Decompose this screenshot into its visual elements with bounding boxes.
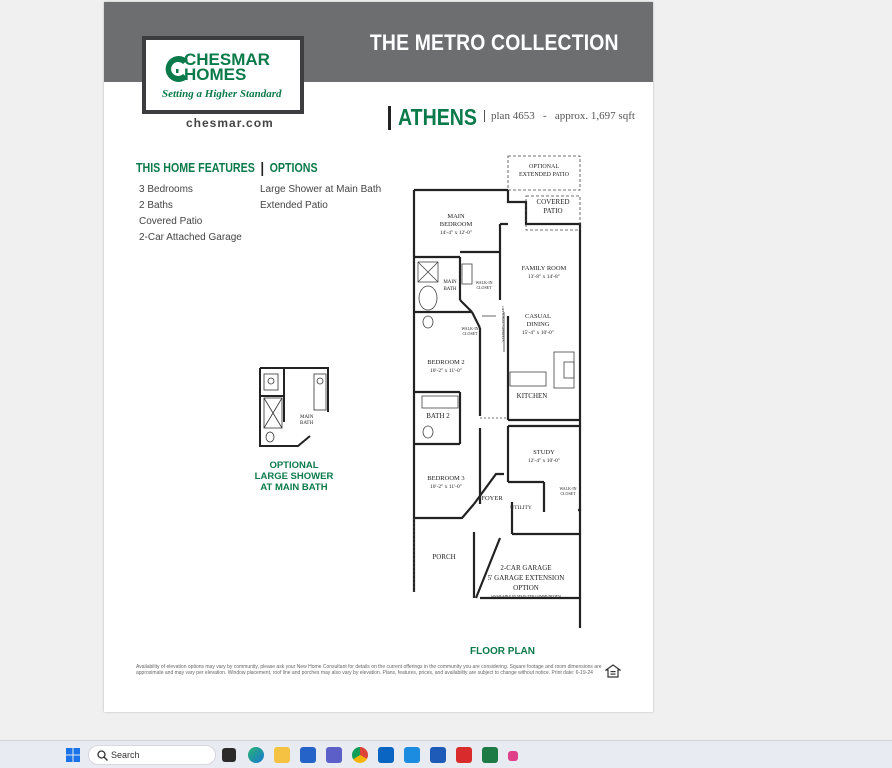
optional-patio-label: OPTIONAL xyxy=(529,164,559,170)
main-bedroom-dims: 14'-4" x 12'-0" xyxy=(440,230,472,236)
chrome-icon[interactable] xyxy=(352,747,368,763)
bedroom-3-label: BEDROOM 3 xyxy=(427,475,464,482)
taskbar: Search xyxy=(0,740,892,768)
logo-line-2: HOMES xyxy=(184,65,247,84)
garage-label: OPTION xyxy=(513,584,539,592)
windows-icon[interactable] xyxy=(66,748,80,762)
teams-icon[interactable] xyxy=(326,747,342,763)
optional-shower-caption: OPTIONAL LARGE SHOWER AT MAIN BATH xyxy=(254,460,334,493)
bedroom-2-dims: 10'-2" x 11'-0" xyxy=(430,368,462,374)
plan-number: plan 4653 xyxy=(491,110,535,122)
snipping-tool-icon[interactable] xyxy=(508,751,518,761)
bedroom-2-label: BEDROOM 2 xyxy=(427,359,464,366)
plan-meta-dash: - xyxy=(542,110,547,122)
brochure-page: THE METRO COLLECTION CHESMAR HOMES Setti… xyxy=(104,2,653,712)
features-list: 3 Bedrooms 2 Baths Covered Patio 2-Car A… xyxy=(139,182,242,246)
walkin-closet-label: CLOSET xyxy=(476,285,492,290)
foyer-label: FOYER xyxy=(481,495,503,502)
store-icon[interactable] xyxy=(300,747,316,763)
plan-meta-divider xyxy=(484,110,485,123)
website-url: chesmar.com xyxy=(186,116,274,130)
excel-icon[interactable] xyxy=(482,747,498,763)
optional-shower-plan: MAIN BATH xyxy=(259,367,329,447)
floor-plan-drawing: OPTIONAL EXTENDED PATIO COVERED PATIO MA… xyxy=(412,155,582,628)
taskbar-search[interactable]: Search xyxy=(88,745,216,765)
mini-plan-label: MAIN xyxy=(300,415,314,420)
plan-meta: plan 4653 - approx. 1,697 sqft xyxy=(484,110,635,123)
feature-item: 2-Car Attached Garage xyxy=(139,232,242,243)
garage-label: 2-CAR GARAGE xyxy=(500,564,551,572)
porch-label: PORCH xyxy=(432,553,455,561)
plan-size: approx. 1,697 sqft xyxy=(554,110,635,122)
main-bath-label: BATH xyxy=(443,287,456,292)
task-view-icon[interactable] xyxy=(222,748,236,762)
garage-note: (AVAILABLE IN SELECTED COMMUNITIES) xyxy=(491,594,562,598)
edge-icon[interactable] xyxy=(248,747,264,763)
outlook-icon[interactable] xyxy=(378,747,394,763)
mini-caption-line: LARGE SHOWER xyxy=(254,471,334,482)
options-list: Large Shower at Main Bath Extended Patio xyxy=(260,182,381,214)
casual-dining-dims: 15'-4" x 10'-0" xyxy=(522,330,554,336)
study-dims: 12'-4" x 10'-0" xyxy=(528,458,560,464)
document-viewer: THE METRO COLLECTION CHESMAR HOMES Setti… xyxy=(0,0,892,740)
file-explorer-icon[interactable] xyxy=(274,747,290,763)
features-title: THIS HOME FEATURES xyxy=(136,160,255,175)
plan-name: ATHENS xyxy=(398,104,477,130)
utility-label: UTILITY xyxy=(510,505,532,511)
chesmar-logo: CHESMAR HOMES Setting a Higher Standard xyxy=(142,36,304,114)
feature-item: 3 Bedrooms xyxy=(139,184,193,195)
kitchen-label: KITCHEN xyxy=(517,392,548,400)
plan-divider xyxy=(388,106,391,130)
garage-label: 5' GARAGE EXTENSION xyxy=(488,574,565,582)
options-title: OPTIONS xyxy=(269,160,318,175)
bath-2-label: BATH 2 xyxy=(426,412,450,420)
family-room-dims: 13'-8" x 14'-8" xyxy=(528,274,560,280)
covered-patio-label: COVERED xyxy=(536,198,569,206)
covered-patio-label: PATIO xyxy=(543,207,562,215)
floor-plan-label: FLOOR PLAN xyxy=(470,646,535,657)
mini-caption-line: OPTIONAL xyxy=(269,460,319,471)
logo-tagline: Setting a Higher Standard xyxy=(162,88,282,100)
logo-wordmark: CHESMAR HOMES xyxy=(184,51,270,84)
option-item: Large Shower at Main Bath xyxy=(260,184,382,195)
equal-housing-icon xyxy=(605,664,621,678)
word-icon[interactable] xyxy=(430,747,446,763)
search-label: Search xyxy=(111,750,140,760)
features-divider xyxy=(261,161,264,176)
main-bath-label: MAIN xyxy=(443,280,457,285)
casual-dining-label: CASUAL xyxy=(525,313,551,320)
optional-cabinets-label: OPTIONAL CABINETS xyxy=(501,306,505,341)
outlook-new-icon[interactable] xyxy=(404,747,420,763)
feature-item: Covered Patio xyxy=(139,216,203,227)
mini-plan-label: BATH xyxy=(300,421,313,426)
search-icon xyxy=(97,750,108,761)
option-item: Extended Patio xyxy=(260,200,328,211)
disclaimer-text: Availability of elevation options may va… xyxy=(136,664,602,676)
collection-title: THE METRO COLLECTION xyxy=(370,30,619,55)
feature-item: 2 Baths xyxy=(139,200,173,211)
acrobat-icon[interactable] xyxy=(456,747,472,763)
family-room-label: FAMILY ROOM xyxy=(522,265,567,272)
walkin-closet-label: CLOSET xyxy=(462,331,478,336)
mini-caption-line: AT MAIN BATH xyxy=(260,482,328,493)
main-bedroom-label: MAIN xyxy=(447,213,465,220)
casual-dining-label: DINING xyxy=(526,321,549,328)
walkin-closet-label: CLOSET xyxy=(560,491,576,496)
bedroom-3-dims: 10'-2" x 11'-0" xyxy=(430,484,462,490)
optional-patio-label: EXTENDED PATIO xyxy=(519,172,570,178)
features-heading: THIS HOME FEATURES OPTIONS xyxy=(136,160,318,176)
main-bedroom-label: BEDROOM xyxy=(440,221,473,228)
study-label: STUDY xyxy=(533,449,555,456)
